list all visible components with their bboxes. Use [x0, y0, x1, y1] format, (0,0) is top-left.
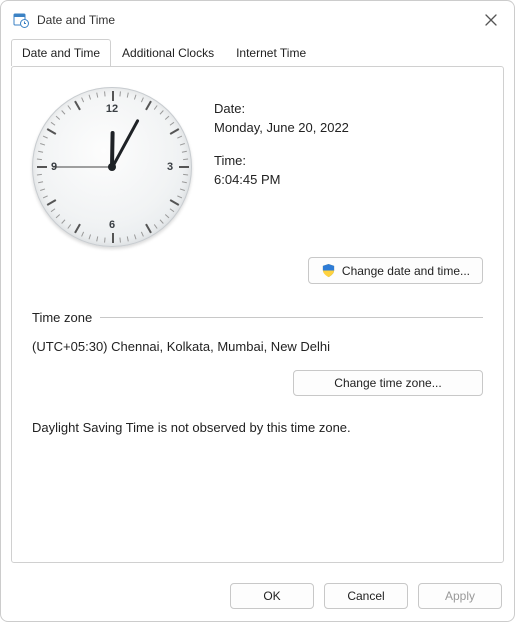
change-date-time-button-label: Change date and time... [342, 264, 470, 278]
change-date-time-button[interactable]: Change date and time... [308, 257, 483, 284]
time-label: Time: [214, 153, 349, 168]
apply-button[interactable]: Apply [418, 583, 502, 609]
dst-info-text: Daylight Saving Time is not observed by … [32, 420, 483, 435]
tab-additional-clocks[interactable]: Additional Clocks [111, 39, 225, 66]
time-value: 6:04:45 PM [214, 172, 349, 187]
titlebar: Date and Time [1, 1, 514, 39]
close-icon [485, 14, 497, 26]
change-time-zone-button[interactable]: Change time zone... [293, 370, 483, 396]
calendar-clock-icon [13, 12, 29, 28]
tab-panel: 36912 Date: Monday, June 20, 2022 Time: … [11, 66, 504, 563]
tabstrip: Date and Time Additional Clocks Internet… [1, 39, 514, 67]
window-title: Date and Time [37, 13, 480, 27]
timezone-value: (UTC+05:30) Chennai, Kolkata, Mumbai, Ne… [32, 339, 483, 354]
timezone-section-header: Time zone [32, 310, 483, 325]
date-label: Date: [214, 101, 349, 116]
tab-date-and-time[interactable]: Date and Time [11, 39, 111, 66]
dialog-button-bar: OK Cancel Apply [1, 573, 514, 621]
ok-button[interactable]: OK [230, 583, 314, 609]
timezone-section-label: Time zone [32, 310, 92, 325]
cancel-button[interactable]: Cancel [324, 583, 408, 609]
tab-internet-time[interactable]: Internet Time [225, 39, 317, 66]
divider-line [100, 317, 483, 318]
change-time-zone-button-label: Change time zone... [334, 376, 441, 390]
shield-icon [321, 263, 336, 278]
analog-clock: 36912 [32, 87, 192, 247]
close-button[interactable] [480, 9, 502, 31]
date-value: Monday, June 20, 2022 [214, 120, 349, 135]
